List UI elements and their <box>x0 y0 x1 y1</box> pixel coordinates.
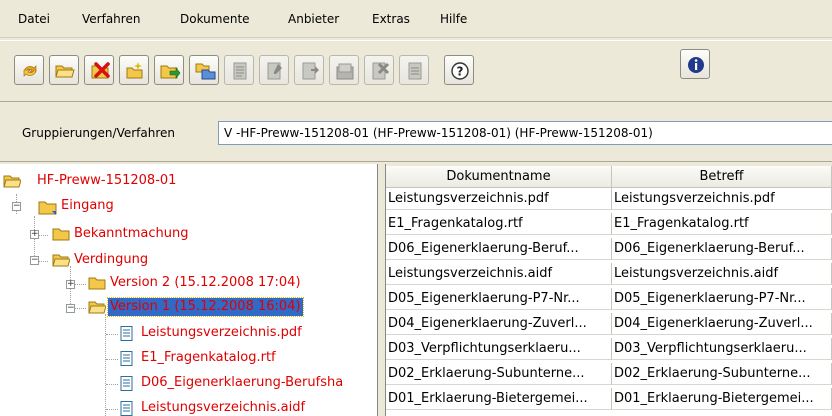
open-folder-icon <box>88 301 106 314</box>
document-icon <box>120 351 133 366</box>
menu-dokumente[interactable]: Dokumente <box>180 12 250 26</box>
table-row[interactable]: D05_Eigenerklaerung-P7-Nr... D05_Eigenerk… <box>386 288 832 310</box>
cell-betreff: Leistungsverzeichnis.aidf <box>612 263 832 285</box>
folder-icon <box>52 228 70 241</box>
delete-button[interactable] <box>84 55 114 85</box>
table-row[interactable]: Leistungsverzeichnis.aidf Leistungsverzei… <box>386 263 832 285</box>
menu-anbieter[interactable]: Anbieter <box>288 12 339 26</box>
cell-betreff: D03_Verpflichtungserklaeru... <box>612 338 832 360</box>
cell-dokumentname: D01_Erklaerung-Bietergemei... <box>386 388 612 410</box>
cell-betreff: E1_Fragenkatalog.rtf <box>612 213 832 235</box>
column-header-dokumentname[interactable]: Dokumentname <box>386 166 612 188</box>
structure-icon <box>195 63 216 80</box>
expander-version1[interactable]: − <box>66 304 75 313</box>
svg-text:?: ? <box>457 65 464 79</box>
cell-dokumentname: E1_Fragenkatalog.rtf <box>386 213 612 235</box>
info-button[interactable] <box>680 49 710 79</box>
document-table: Dokumentname Betreff Leistungsverzeichni… <box>386 166 832 416</box>
group-select-value: V -HF-Preww-151208-01 (HF-Preww-151208-0… <box>224 126 653 140</box>
column-header-betreff[interactable]: Betreff <box>612 166 832 188</box>
table-row[interactable]: D03_Verpflichtungserklaeru... D03_Verpfli… <box>386 338 832 360</box>
document-forward-icon <box>302 62 319 80</box>
menu-datei[interactable]: Datei <box>18 12 50 26</box>
folder-icon <box>88 277 106 290</box>
document-list-icon <box>408 62 422 80</box>
document-button[interactable] <box>224 55 254 85</box>
info-icon <box>688 57 704 73</box>
group-select[interactable]: V -HF-Preww-151208-01 (HF-Preww-151208-0… <box>218 121 832 145</box>
document-icon <box>120 401 133 416</box>
folder-icon <box>38 201 57 215</box>
group-row: Gruppierungen/Verfahren V -HF-Preww-1512… <box>0 104 832 162</box>
table-row[interactable]: D01_Erklaerung-Bietergemei... D01_Erklaer… <box>386 388 832 410</box>
cell-betreff: D05_Eigenerklaerung-P7-Nr... <box>612 288 832 310</box>
refresh-button[interactable] <box>14 55 44 85</box>
open-folder-icon <box>55 65 75 78</box>
cell-dokumentname: D06_Eigenerklaerung-Beruf... <box>386 238 612 260</box>
document-stack-button[interactable] <box>329 55 359 85</box>
cell-betreff: D04_Eigenerklaerung-Zuverl... <box>612 313 832 335</box>
structure-button[interactable] <box>189 55 219 85</box>
toolbar: ? <box>0 40 832 102</box>
menu-extras[interactable]: Extras <box>372 12 410 26</box>
cell-dokumentname: Leistungsverzeichnis.aidf <box>386 263 612 285</box>
document-edit-button[interactable] <box>259 55 289 85</box>
menu-hilfe[interactable]: Hilfe <box>440 12 467 26</box>
table-row[interactable]: E1_Fragenkatalog.rtf E1_Fragenkatalog.rtf <box>386 213 832 235</box>
table-row[interactable]: D06_Eigenerklaerung-Beruf... D06_Eigenerk… <box>386 238 832 260</box>
import-button[interactable] <box>154 55 184 85</box>
document-delete-icon <box>372 62 390 80</box>
cell-betreff: D02_Erklaerung-Subunterne... <box>612 363 832 385</box>
cell-betreff: Leistungsverzeichnis.pdf <box>612 188 832 210</box>
cell-dokumentname: D02_Erklaerung-Subunterne... <box>386 363 612 385</box>
help-icon: ? <box>451 62 469 80</box>
expander-verdingung[interactable]: − <box>30 256 39 265</box>
document-icon <box>233 62 247 80</box>
open-button[interactable] <box>49 55 79 85</box>
menu-verfahren[interactable]: Verfahren <box>82 12 140 26</box>
open-folder-icon <box>52 254 70 267</box>
document-edit-icon <box>267 62 282 80</box>
group-label: Gruppierungen/Verfahren <box>22 126 176 140</box>
cell-dokumentname: D04_Eigenerklaerung-Zuverl... <box>386 313 612 335</box>
document-delete-button[interactable] <box>364 55 394 85</box>
menu-bar: Datei Verfahren Dokumente Anbieter Extra… <box>0 0 832 38</box>
document-icon <box>120 326 133 341</box>
table-row[interactable]: Leistungsverzeichnis.pdf Leistungsverzeic… <box>386 188 832 210</box>
import-icon <box>160 65 181 79</box>
cell-dokumentname: D05_Eigenerklaerung-P7-Nr... <box>386 288 612 310</box>
cell-dokumentname: D03_Verpflichtungserklaeru... <box>386 338 612 360</box>
table-row[interactable]: D04_Eigenerklaerung-Zuverl... D04_Eigener… <box>386 313 832 335</box>
table-row[interactable]: D02_Erklaerung-Subunterne... D02_Erklaeru… <box>386 363 832 385</box>
new-folder-icon <box>126 62 143 79</box>
document-icon <box>120 376 133 391</box>
expander-version2[interactable]: + <box>66 280 75 289</box>
cell-betreff: D06_Eigenerklaerung-Beruf... <box>612 238 832 260</box>
expander-eingang[interactable]: − <box>12 202 21 211</box>
new-folder-button[interactable] <box>119 55 149 85</box>
help-button[interactable]: ? <box>444 55 474 85</box>
cell-dokumentname: Leistungsverzeichnis.pdf <box>386 188 612 210</box>
delete-icon <box>91 62 110 79</box>
document-list-button[interactable] <box>399 55 429 85</box>
splitter[interactable] <box>378 164 386 416</box>
open-folder-icon <box>3 175 21 188</box>
document-stack-icon <box>336 63 354 80</box>
refresh-icon <box>23 65 37 77</box>
tree-panel: HF-Preww-151208-01 − Eingang + Bekanntma… <box>0 164 378 416</box>
expander-bekanntmachung[interactable]: + <box>30 230 39 239</box>
cell-betreff: D01_Erklaerung-Bietergemei... <box>612 388 832 410</box>
document-forward-button[interactable] <box>294 55 324 85</box>
